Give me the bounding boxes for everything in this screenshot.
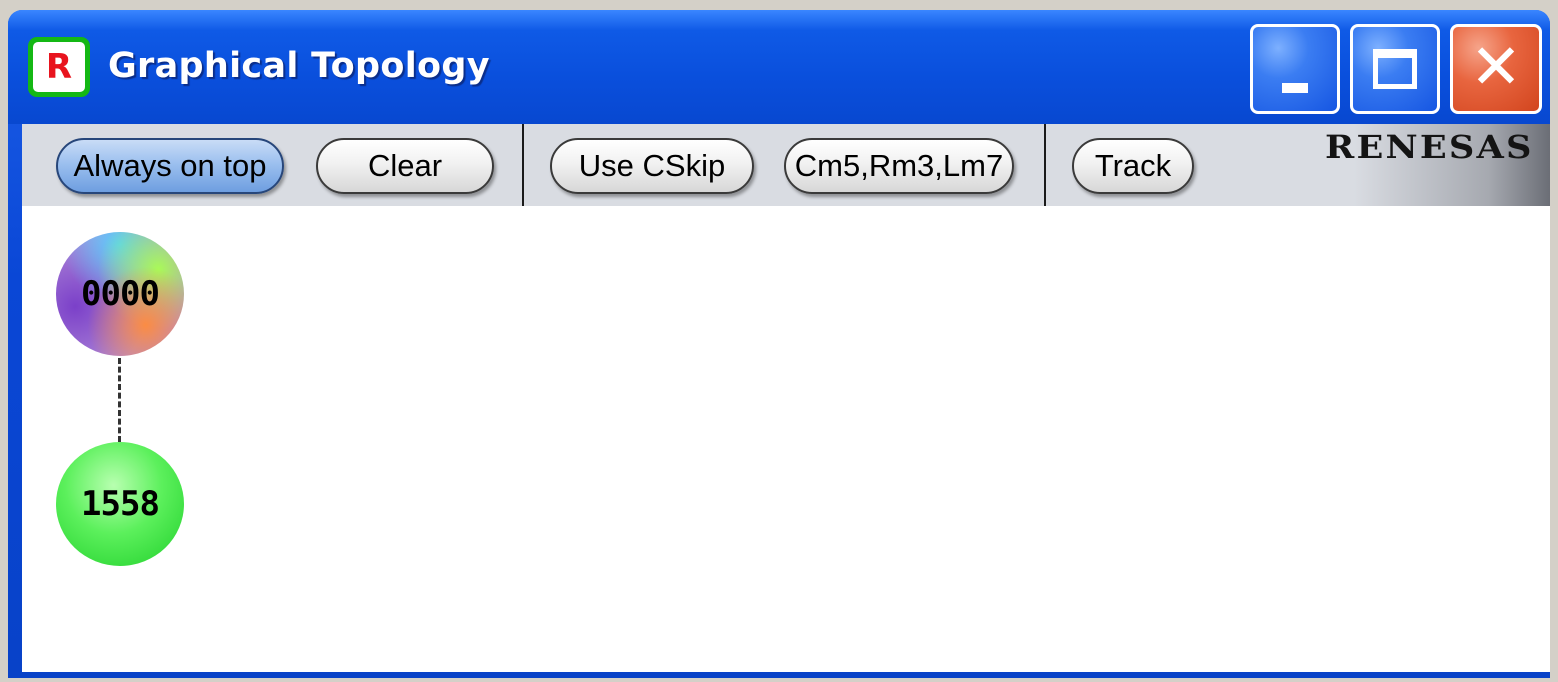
renesas-logo: RENESAS: [1325, 128, 1534, 166]
toolbar-separator: [1044, 124, 1046, 206]
topology-node-1558[interactable]: 1558: [56, 442, 184, 566]
cm-rm-lm-button[interactable]: Cm5,Rm3,Lm7: [784, 138, 1014, 194]
topology-window: R Graphical Topology ✕ RENESAS Always on…: [8, 10, 1550, 678]
toolbar-separator: [522, 124, 524, 206]
topology-node-0000[interactable]: 0000: [56, 232, 184, 356]
use-cskip-button[interactable]: Use CSkip: [550, 138, 754, 194]
app-icon[interactable]: R: [28, 37, 90, 97]
minimize-button[interactable]: [1250, 24, 1340, 114]
node-link: [118, 358, 121, 442]
clear-button[interactable]: Clear: [316, 138, 494, 194]
close-button[interactable]: ✕: [1450, 24, 1542, 114]
window-title: Graphical Topology: [108, 46, 490, 86]
title-bar[interactable]: R Graphical Topology ✕: [8, 10, 1550, 124]
maximize-icon: [1373, 49, 1417, 89]
close-icon: ✕: [1470, 30, 1522, 103]
toolbar: RENESAS Always on top Clear Use CSkip Cm…: [22, 124, 1550, 206]
track-button[interactable]: Track: [1072, 138, 1194, 194]
always-on-top-button[interactable]: Always on top: [56, 138, 284, 194]
client-area: RENESAS Always on top Clear Use CSkip Cm…: [22, 124, 1550, 672]
topology-canvas[interactable]: 0000 1558: [22, 206, 1550, 672]
minimize-icon: [1282, 83, 1308, 93]
maximize-button[interactable]: [1350, 24, 1440, 114]
app-icon-glyph: R: [33, 42, 85, 92]
